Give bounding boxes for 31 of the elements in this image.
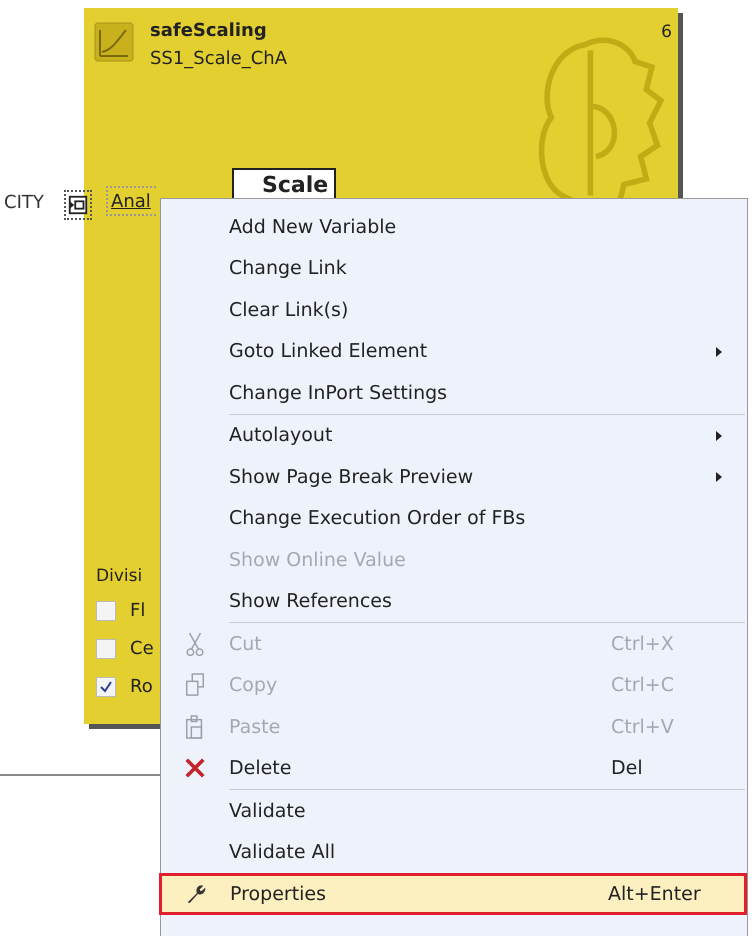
menu-item[interactable]: Show Page Break Preview xyxy=(161,456,747,498)
checkbox[interactable] xyxy=(96,676,116,696)
copy-icon xyxy=(184,672,206,698)
block-number: 6 xyxy=(661,22,672,42)
checkbox-label: Ce xyxy=(130,638,154,659)
menu-item[interactable]: Properties Alt+Enter xyxy=(159,873,747,914)
check-icon xyxy=(99,680,113,694)
block-instance-name: SS1_Scale_ChA xyxy=(150,48,288,69)
menu-item[interactable]: Change Execution Order of FBs xyxy=(161,498,747,539)
block-type-name: safeScaling xyxy=(150,20,267,41)
menu-item[interactable]: Change Link xyxy=(161,248,747,289)
menu-item[interactable]: Goto Linked Element xyxy=(161,330,747,372)
scaling-icon xyxy=(94,22,134,62)
variable-name: CITY xyxy=(4,192,44,213)
menu-item[interactable]: Show References xyxy=(161,580,747,622)
menu-item[interactable]: Delete Del xyxy=(161,748,747,789)
checkbox-label: Fl xyxy=(130,600,146,621)
port-label[interactable]: Anal xyxy=(106,186,156,216)
scissors-icon xyxy=(184,630,206,657)
scale-label: Scale xyxy=(232,168,336,200)
menu-item[interactable]: Autolayout xyxy=(161,414,747,456)
menu-item[interactable]: Add New Variable xyxy=(161,206,747,248)
menu-item[interactable]: Validate All xyxy=(161,832,747,873)
checkbox[interactable] xyxy=(96,638,116,658)
checkbox[interactable] xyxy=(96,600,116,620)
menu-item[interactable]: Validate xyxy=(161,790,747,832)
menu-item[interactable]: Clear Link(s) xyxy=(161,289,747,330)
menu-item[interactable]: Change InPort Settings xyxy=(161,372,747,414)
input-port-icon[interactable] xyxy=(64,190,92,220)
checkbox-label: Ro xyxy=(130,676,153,697)
options-group-label: Divisi xyxy=(96,566,142,586)
